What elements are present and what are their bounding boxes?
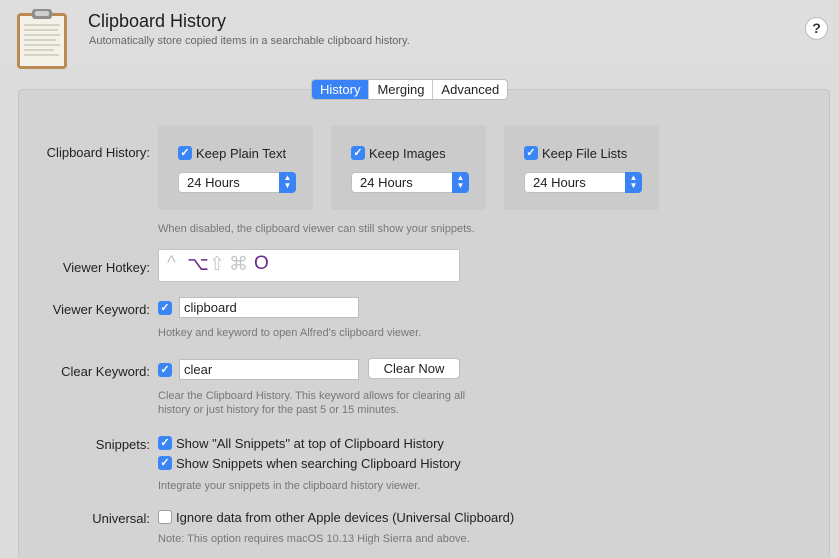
keep-plain-text-label: Keep Plain Text bbox=[196, 146, 287, 161]
tab-advanced[interactable]: Advanced bbox=[433, 80, 507, 99]
show-all-snippets-label: Show "All Snippets" at top of Clipboard … bbox=[176, 436, 444, 451]
chevron-updown-icon: ▲ ▼ bbox=[452, 172, 469, 193]
images-duration-select[interactable]: 24 Hours ▲ ▼ bbox=[351, 172, 469, 193]
help-button[interactable]: ? bbox=[805, 17, 828, 40]
tab-merging[interactable]: Merging bbox=[369, 80, 434, 99]
plain-text-duration-value: 24 Hours bbox=[187, 175, 240, 190]
universal-label: Universal: bbox=[92, 511, 150, 526]
clear-keyword-checkbox[interactable]: ✓ bbox=[158, 363, 172, 377]
control-key-icon: ^ bbox=[167, 253, 176, 274]
file-lists-duration-select[interactable]: 24 Hours ▲ ▼ bbox=[524, 172, 642, 193]
page-subtitle: Automatically store copied items in a se… bbox=[89, 35, 410, 47]
ignore-universal-clipboard-label: Ignore data from other Apple devices (Un… bbox=[176, 510, 515, 525]
images-duration-value: 24 Hours bbox=[360, 175, 413, 190]
clipboard-icon bbox=[17, 9, 67, 69]
clear-now-button[interactable]: Clear Now bbox=[368, 358, 460, 379]
hotkey-letter: O bbox=[254, 253, 269, 274]
snippets-hint: Integrate your snippets in the clipboard… bbox=[158, 480, 421, 492]
show-all-snippets-checkbox[interactable]: ✓ bbox=[158, 436, 172, 450]
viewer-keyword-hint: Hotkey and keyword to open Alfred's clip… bbox=[158, 327, 422, 339]
viewer-keyword-checkbox[interactable]: ✓ bbox=[158, 301, 172, 315]
keep-file-lists-checkbox[interactable]: ✓ bbox=[524, 146, 538, 160]
command-key-icon: ⌘ bbox=[229, 254, 248, 275]
plain-text-option-box: ✓ Keep Plain Text 24 Hours ▲ ▼ bbox=[158, 125, 313, 210]
header: Clipboard History Automatically store co… bbox=[0, 0, 839, 69]
clipboard-history-label: Clipboard History: bbox=[46, 145, 150, 160]
images-option-box: ✓ Keep Images 24 Hours ▲ ▼ bbox=[331, 125, 486, 210]
chevron-updown-icon: ▲ ▼ bbox=[279, 172, 296, 193]
keep-images-checkbox[interactable]: ✓ bbox=[351, 146, 365, 160]
keep-plain-text-checkbox[interactable]: ✓ bbox=[178, 146, 192, 160]
file-lists-option-box: ✓ Keep File Lists 24 Hours ▲ ▼ bbox=[504, 125, 659, 210]
snippets-label: Snippets: bbox=[95, 437, 150, 452]
clear-keyword-hint-line1: Clear the Clipboard History. This keywor… bbox=[158, 390, 466, 402]
option-key-icon: ⌥ bbox=[187, 254, 209, 275]
viewer-keyword-field[interactable] bbox=[179, 297, 359, 318]
chevron-updown-icon: ▲ ▼ bbox=[625, 172, 642, 193]
plain-text-duration-select[interactable]: 24 Hours ▲ ▼ bbox=[178, 172, 296, 193]
clear-keyword-hint-line2: history or just history for the past 5 o… bbox=[158, 404, 399, 416]
show-snippets-searching-label: Show Snippets when searching Clipboard H… bbox=[176, 456, 461, 471]
viewer-hotkey-field[interactable]: ^ ⌥ ⇧ ⌘ O bbox=[158, 249, 460, 282]
clipboard-history-hint: When disabled, the clipboard viewer can … bbox=[158, 223, 475, 235]
viewer-keyword-input[interactable] bbox=[180, 298, 358, 317]
keep-images-label: Keep Images bbox=[369, 146, 446, 161]
keep-file-lists-label: Keep File Lists bbox=[542, 146, 628, 161]
universal-hint: Note: This option requires macOS 10.13 H… bbox=[158, 533, 470, 545]
shift-key-icon: ⇧ bbox=[209, 254, 225, 275]
tab-history[interactable]: History bbox=[312, 80, 370, 99]
file-lists-duration-value: 24 Hours bbox=[533, 175, 586, 190]
ignore-universal-clipboard-checkbox[interactable] bbox=[158, 510, 172, 524]
tab-bar: History Merging Advanced bbox=[311, 79, 509, 100]
clear-keyword-field[interactable] bbox=[179, 359, 359, 380]
viewer-keyword-label: Viewer Keyword: bbox=[52, 302, 150, 317]
page-title: Clipboard History bbox=[88, 11, 227, 31]
clear-keyword-input[interactable] bbox=[180, 360, 358, 379]
show-snippets-searching-checkbox[interactable]: ✓ bbox=[158, 456, 172, 470]
clear-keyword-label: Clear Keyword: bbox=[61, 364, 150, 379]
viewer-hotkey-label: Viewer Hotkey: bbox=[62, 260, 150, 275]
